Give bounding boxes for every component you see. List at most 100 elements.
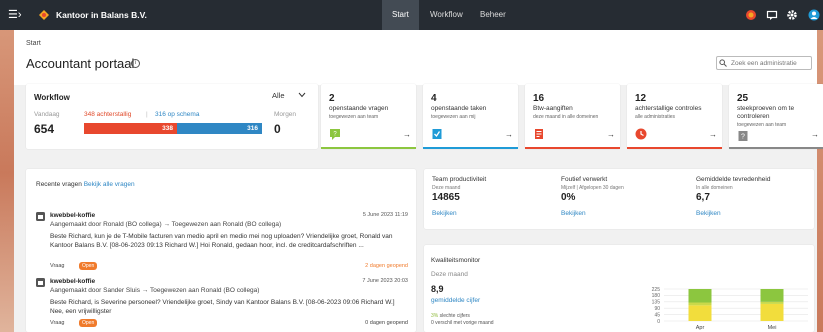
- nav-beheer[interactable]: Beheer: [470, 0, 516, 30]
- search-input[interactable]: [716, 56, 812, 70]
- recent-questions-header: Recente vragen Bekijk alle vragen: [36, 181, 135, 188]
- chart-bar-segment: [688, 305, 712, 321]
- info-icon[interactable]: i: [131, 59, 140, 68]
- tile-subtitle: deze maand in alle domeinen: [533, 114, 599, 120]
- background-left: [0, 14, 14, 332]
- stat-subtitle: Deze maand: [432, 185, 461, 191]
- quality-value: 8,9: [431, 284, 444, 294]
- stat-view-link[interactable]: Bekijken: [432, 210, 486, 217]
- main-content: Start Accountant portaal i Workflow Alle…: [14, 30, 823, 332]
- arrow-right-icon[interactable]: →: [607, 130, 615, 139]
- x-tick-label: Mei: [768, 325, 777, 331]
- quality-title: Kwaliteitsmonitor: [431, 257, 481, 264]
- y-tick-label: 135: [652, 300, 661, 306]
- stats-card: Team productiviteit Deze maand 14865 Bek…: [424, 169, 814, 229]
- tile-count: 2: [329, 93, 335, 104]
- tile-samples[interactable]: 25 steekproeven om te controleren toegew…: [729, 84, 823, 149]
- clock-icon: [635, 128, 647, 140]
- tile-underline: [321, 147, 416, 149]
- chart-bar-segment: [760, 289, 784, 302]
- chat-icon[interactable]: [766, 9, 778, 21]
- svg-text:?: ?: [741, 134, 745, 141]
- question-company[interactable]: kwebbel-koffie: [50, 212, 95, 219]
- sample-icon: ?: [738, 131, 748, 141]
- chart-bar-segment: [760, 303, 784, 321]
- stat-value: 0%: [561, 192, 576, 203]
- question-type: Vraag: [50, 263, 65, 269]
- tile-subtitle: alle administraties: [635, 114, 676, 120]
- chart-bar-segment: [688, 302, 712, 306]
- question-assignment: Aangemaakt door Ronald (BO collega) → To…: [50, 221, 282, 228]
- question-type: Vraag: [50, 320, 65, 326]
- question-company[interactable]: kwebbel-koffie: [50, 278, 95, 285]
- arrow-right-icon[interactable]: →: [811, 130, 819, 139]
- overdue-bar[interactable]: 338: [84, 123, 177, 134]
- menu-icon[interactable]: ☰›: [8, 8, 22, 21]
- tile-underline: [729, 147, 823, 149]
- question-body: Beste Richard, is Severine personeel? Vr…: [50, 299, 395, 315]
- tile-title: Btw-aangiften: [533, 105, 573, 112]
- background-right: [817, 14, 823, 332]
- ontime-text[interactable]: 316 op schema: [155, 111, 199, 118]
- y-tick-label: 0: [657, 319, 660, 325]
- gear-icon[interactable]: [786, 9, 798, 21]
- ontime-bar[interactable]: 316: [177, 123, 262, 134]
- arrow-right-icon[interactable]: →: [709, 130, 717, 139]
- quality-chart: 22518013590450 Apr Mei: [652, 287, 808, 331]
- tile-title: openstaande vragen: [329, 105, 389, 112]
- tile-vat-returns[interactable]: 16 Btw-aangiften deze maand in alle dome…: [525, 84, 620, 149]
- tile-title: steekproeven om te controleren: [737, 105, 795, 120]
- stat-view-link[interactable]: Bekijken: [561, 210, 624, 217]
- tile-open-questions[interactable]: 2 openstaande vragen toegewezen aan team…: [321, 84, 416, 149]
- stat-value: 6,7: [696, 192, 710, 203]
- quality-bad-grades: 3% slechte cijfers: [431, 313, 470, 319]
- tile-underline: [627, 147, 722, 149]
- company-icon: [36, 212, 45, 221]
- tile-open-tasks[interactable]: 4 openstaande taken toegewezen aan mij →: [423, 84, 518, 149]
- stat-subtitle: Mijzelf | Afgelopen 30 dagen: [561, 185, 624, 191]
- stat-productivity: Team productiviteit Deze maand 14865 Bek…: [432, 176, 486, 217]
- recent-questions-card: Recente vragen Bekijk alle vragen kwebbe…: [26, 169, 416, 332]
- stat-value: 14865: [432, 192, 460, 203]
- workflow-card: Workflow Alle Vandaag 654 348 achterstal…: [26, 84, 318, 149]
- today-label: Vandaag: [34, 111, 60, 118]
- stat-title: Gemiddelde tevredenheid: [696, 176, 771, 183]
- tile-count: 4: [431, 93, 437, 104]
- company-icon: [36, 278, 45, 287]
- workflow-filter[interactable]: Alle: [272, 91, 285, 100]
- document-icon: [535, 129, 543, 139]
- question-body: Beste Richard, kun je de T-Mobile factur…: [50, 233, 393, 249]
- stat-view-link[interactable]: Bekijken: [696, 210, 770, 217]
- quality-average-link[interactable]: gemiddelde cijfer: [431, 297, 480, 304]
- chart-bar-segment: [760, 301, 784, 304]
- tile-subtitle: toegewezen aan mij: [431, 114, 476, 120]
- tile-count: 16: [533, 93, 545, 104]
- arrow-right-icon[interactable]: →: [403, 130, 411, 139]
- view-all-questions-link[interactable]: Bekijk alle vragen: [84, 181, 135, 188]
- notification-icon[interactable]: [745, 9, 757, 21]
- tile-title: openstaande taken: [431, 105, 487, 112]
- question-date: 7 June 2023 20:03: [362, 278, 408, 284]
- nav-start[interactable]: Start: [382, 0, 419, 30]
- nav-workflow[interactable]: Workflow: [420, 0, 473, 30]
- top-bar: ☰› Kantoor in Balans B.V. Start Workflow…: [0, 0, 823, 30]
- user-avatar-icon[interactable]: [808, 9, 820, 21]
- stat-subtitle: In alle domeinen: [696, 185, 733, 191]
- chevron-down-icon[interactable]: [298, 92, 306, 98]
- recent-questions-title: Recente vragen: [36, 181, 82, 188]
- tile-underline: [423, 147, 518, 149]
- question-open-duration: 2 dagen geopend: [365, 263, 408, 269]
- question-date: 5 June 2023 11:19: [362, 212, 408, 218]
- overdue-text[interactable]: 348 achterstallig: [84, 111, 131, 118]
- x-tick-label: Apr: [696, 325, 705, 331]
- breadcrumb[interactable]: Start: [26, 40, 41, 47]
- quality-monitor-card: Kwaliteitsmonitor Deze maand 8,9 gemidde…: [424, 245, 814, 332]
- chart-bar-segment: [688, 289, 712, 303]
- tomorrow-label: Morgen: [274, 111, 297, 118]
- tile-overdue-checks[interactable]: 12 achterstallige controles alle adminis…: [627, 84, 722, 149]
- task-icon: [432, 129, 442, 139]
- stat-title: Team productiviteit: [432, 176, 487, 183]
- tile-count: 25: [737, 93, 749, 104]
- arrow-right-icon[interactable]: →: [505, 130, 513, 139]
- brand-name: Kantoor in Balans B.V.: [56, 10, 147, 20]
